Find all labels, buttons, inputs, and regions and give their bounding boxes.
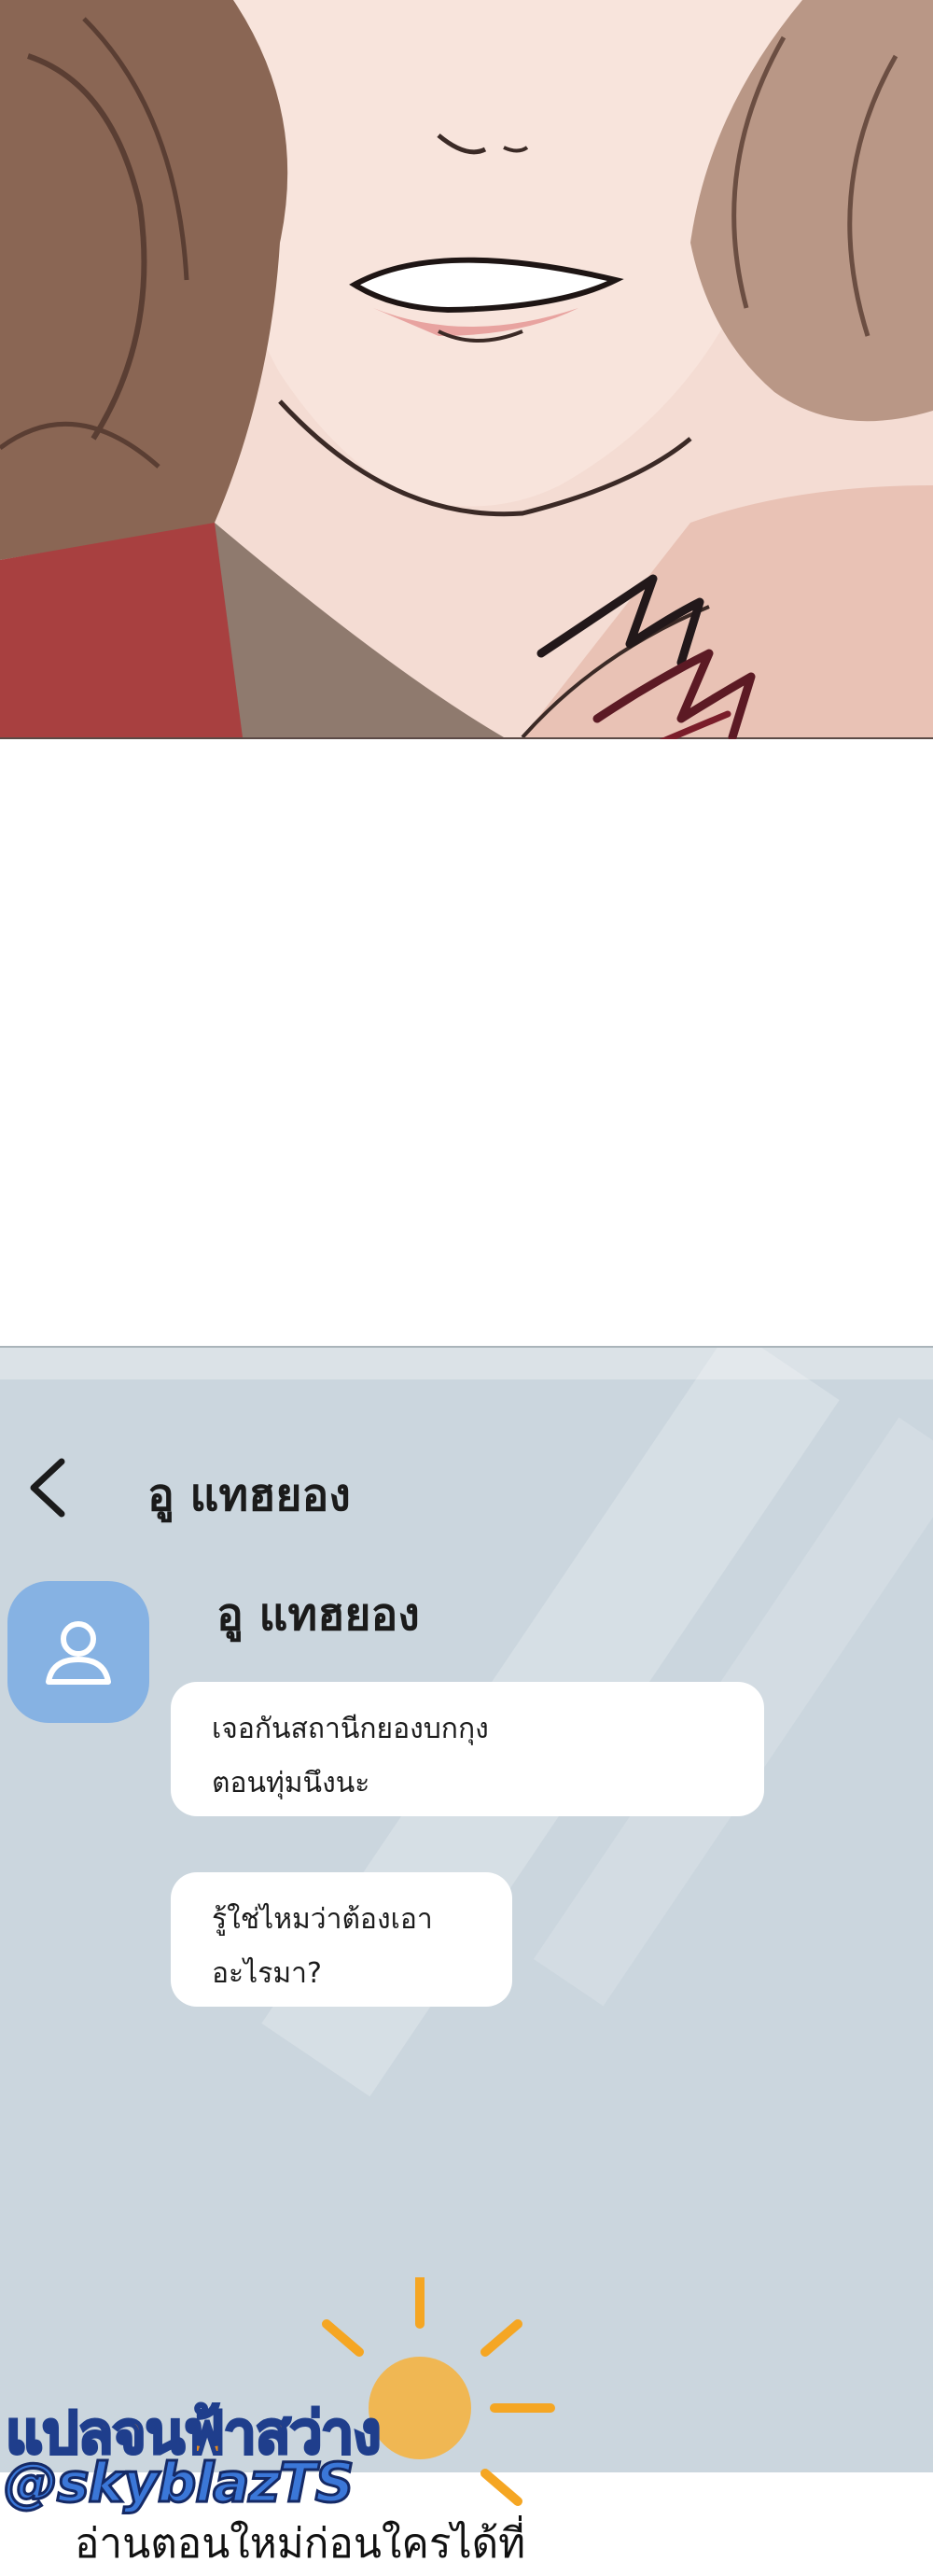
watermark-handle: @skyblazTS xyxy=(3,2450,356,2516)
back-button[interactable] xyxy=(19,1450,75,1525)
user-icon xyxy=(46,1621,111,1685)
scanlation-watermark: แปลจนฟ้าสว่าง @skyblazTS อ่านตอนใหม่ก่อน… xyxy=(0,2277,933,2568)
message-bubble: เจอกันสถานีกยองบกกุง ตอนทุ่มนึงนะ xyxy=(171,1682,764,1816)
message-text: รู้ใช่ไหมว่าต้องเอา xyxy=(212,1903,433,1936)
blank-gutter xyxy=(0,739,933,1346)
chat-header-title: อู แทฮยอง xyxy=(147,1469,351,1521)
message-bubble: รู้ใช่ไหมว่าต้องเอา อะไรมา? xyxy=(171,1872,512,2007)
contact-avatar[interactable] xyxy=(7,1581,149,1723)
sender-name: อู แทฮยอง xyxy=(216,1589,420,1641)
message-text: เจอกันสถานีกยองบกกุง xyxy=(212,1713,489,1745)
message-text: อะไรมา? xyxy=(212,1957,322,1990)
watermark-caption: อ่านตอนใหม่ก่อนใครได้ที่ xyxy=(75,2520,526,2568)
message-text: ตอนทุ่มนึงนะ xyxy=(212,1767,370,1799)
chevron-left-icon xyxy=(30,1458,65,1518)
